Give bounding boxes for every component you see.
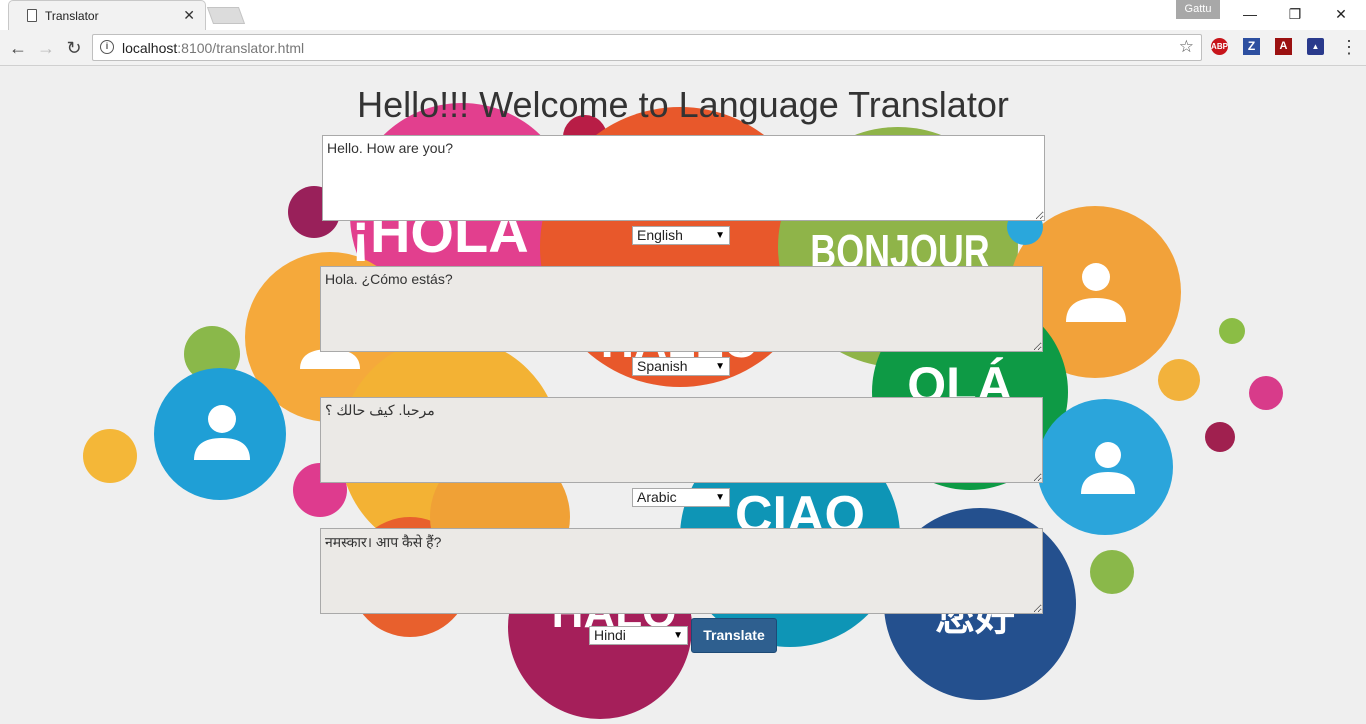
page-content: ¡HOLA BONJOUR HALLO OLÁ CIAO HALO 您好 Hel… bbox=[0, 67, 1366, 724]
source-language-select[interactable]: English ▼ bbox=[632, 226, 730, 245]
url-host: localhost bbox=[122, 40, 178, 56]
restore-icon[interactable]: ❐ bbox=[1273, 4, 1317, 24]
browser-tab[interactable]: Translator ✕ bbox=[8, 0, 206, 30]
browser-toolbar: ← → ↻ i localhost:8100/translator.html ☆… bbox=[0, 30, 1366, 66]
source-language-value: English bbox=[637, 227, 683, 243]
url-text: localhost:8100/translator.html bbox=[122, 40, 304, 56]
page-title: Hello!!! Welcome to Language Translator bbox=[357, 84, 1009, 125]
source-text-input[interactable]: Hello. How are you? bbox=[322, 135, 1045, 221]
spanish-language-value: Spanish bbox=[637, 358, 688, 374]
url-path: :8100/translator.html bbox=[177, 40, 305, 56]
dropdown-arrow-icon: ▼ bbox=[715, 361, 725, 372]
tab-title: Translator bbox=[45, 9, 99, 23]
bubble-dot bbox=[1249, 376, 1283, 410]
back-arrow-icon[interactable]: ← bbox=[6, 36, 30, 60]
spanish-translation-output[interactable]: Hola. ¿Cómo estás? bbox=[320, 266, 1043, 352]
arabic-language-select[interactable]: Arabic ▼ bbox=[632, 488, 730, 507]
reload-icon[interactable]: ↻ bbox=[62, 36, 86, 60]
bubble-dot bbox=[1219, 318, 1245, 344]
hindi-language-value: Hindi bbox=[594, 627, 626, 643]
address-bar[interactable]: i localhost:8100/translator.html ☆ bbox=[92, 34, 1202, 61]
info-icon[interactable]: i bbox=[100, 40, 114, 54]
close-tab-icon[interactable]: ✕ bbox=[183, 7, 195, 24]
bubble-dot bbox=[1090, 550, 1134, 594]
page-icon bbox=[27, 9, 37, 22]
forward-arrow-icon[interactable]: → bbox=[34, 36, 58, 60]
profile-button[interactable]: Gattu bbox=[1176, 0, 1220, 19]
bubble-dot bbox=[1205, 422, 1235, 452]
adblock-extension-icon[interactable]: ABP bbox=[1211, 38, 1228, 55]
bookmark-star-icon[interactable]: ☆ bbox=[1179, 37, 1194, 57]
translate-button[interactable]: Translate bbox=[691, 618, 777, 653]
arabic-language-value: Arabic bbox=[637, 489, 677, 505]
bubble-dot bbox=[1158, 359, 1200, 401]
zotero-extension-icon[interactable]: Z bbox=[1243, 38, 1260, 55]
pdf-extension-icon[interactable]: A bbox=[1275, 38, 1292, 55]
minimize-icon[interactable]: — bbox=[1228, 4, 1272, 24]
tab-strip: Translator ✕ Gattu — ❐ ✕ bbox=[0, 0, 1366, 30]
dropdown-arrow-icon: ▼ bbox=[715, 492, 725, 503]
close-window-icon[interactable]: ✕ bbox=[1319, 4, 1363, 24]
spanish-language-select[interactable]: Spanish ▼ bbox=[632, 357, 730, 376]
arabic-translation-output[interactable]: مرحبا. كيف حالك ؟ bbox=[320, 397, 1043, 483]
bubble-blue bbox=[154, 368, 286, 500]
browser-chrome: Translator ✕ Gattu — ❐ ✕ ← → ↻ i localho… bbox=[0, 0, 1366, 66]
hindi-translation-output[interactable]: नमस्कार। आप कैसे हैं? bbox=[320, 528, 1043, 614]
new-tab-button[interactable] bbox=[206, 7, 246, 24]
dropdown-arrow-icon: ▼ bbox=[715, 230, 725, 241]
docs-extension-icon[interactable]: ▲ bbox=[1307, 38, 1324, 55]
browser-menu-icon[interactable]: ⋮ bbox=[1340, 38, 1358, 58]
hindi-language-select[interactable]: Hindi ▼ bbox=[589, 626, 688, 645]
bubble-dot bbox=[83, 429, 137, 483]
dropdown-arrow-icon: ▼ bbox=[673, 630, 683, 641]
